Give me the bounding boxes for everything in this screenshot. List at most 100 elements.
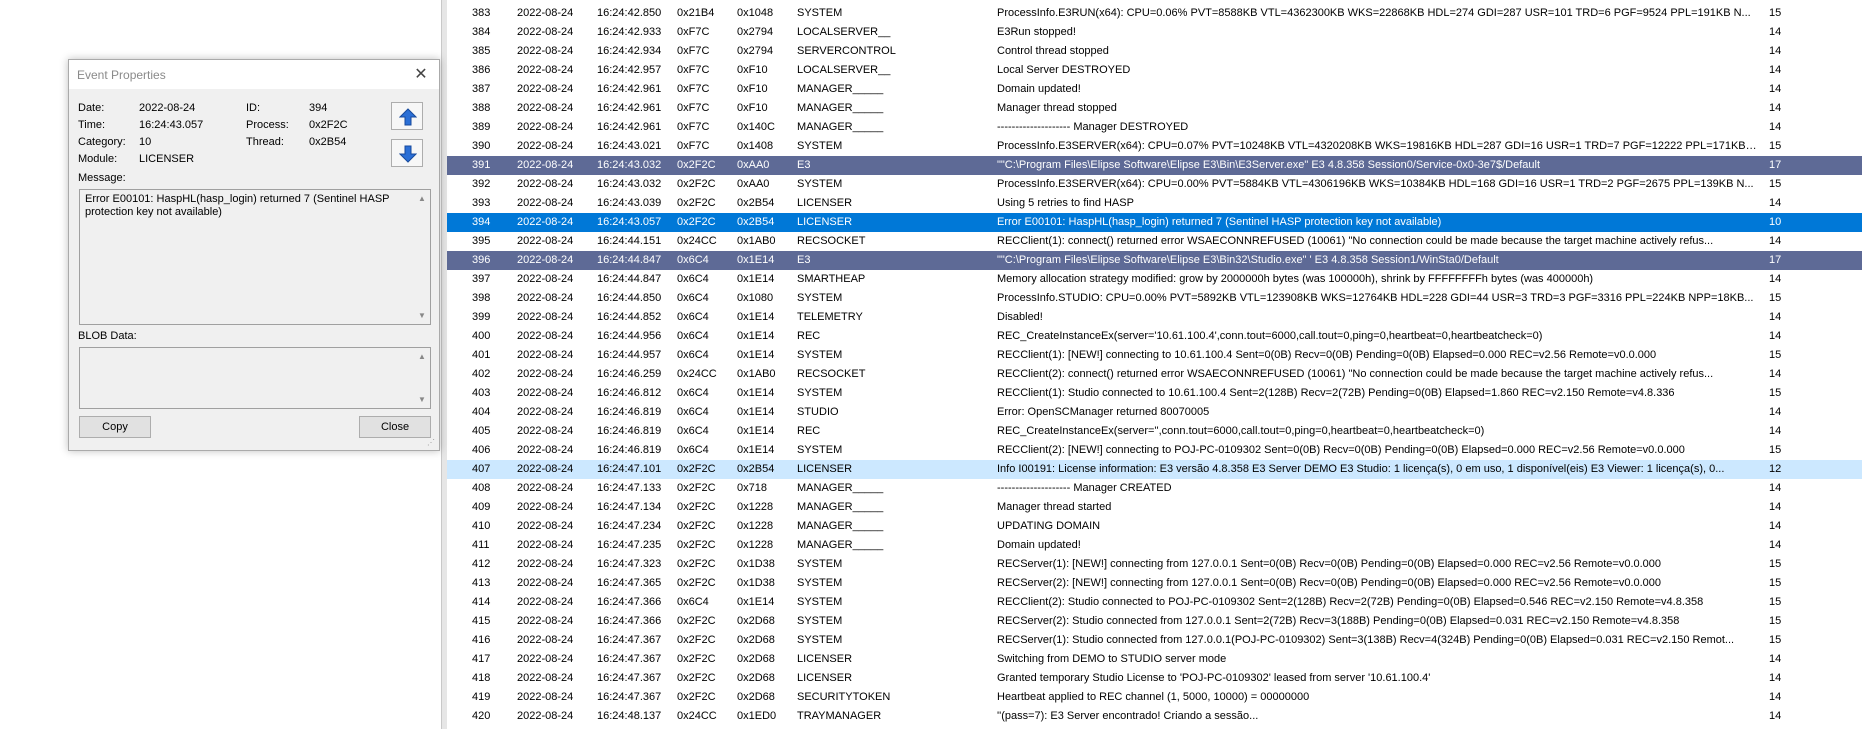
table-row[interactable]: 400 2022-08-24 16:24:44.956 0x6C4 0x1E14 REC R… xyxy=(447,327,1862,346)
table-row[interactable]: 385 2022-08-24 16:24:42.934 0xF7C 0x2794 SERV… xyxy=(447,42,1862,61)
row-module: RECSOCKET xyxy=(797,235,866,247)
arrow-down-icon xyxy=(399,145,417,163)
table-row[interactable]: 404 2022-08-24 16:24:46.819 0x6C4 0x1E14 STUD… xyxy=(447,403,1862,422)
table-row[interactable]: 407 2022-08-24 16:24:47.101 0x2F2C 0x2B54 LIC… xyxy=(447,460,1862,479)
row-number: 409 xyxy=(472,501,491,513)
row-time: 16:24:47.367 xyxy=(597,691,662,703)
table-row[interactable]: 409 2022-08-24 16:24:47.134 0x2F2C 0x1228 MAN… xyxy=(447,498,1862,517)
row-time: 16:24:42.933 xyxy=(597,26,662,38)
row-time: 16:24:42.961 xyxy=(597,102,662,114)
scroll-up-icon[interactable]: ▲ xyxy=(418,350,426,363)
row-thread-id: 0x1E14 xyxy=(737,311,775,323)
row-message: Control thread stopped xyxy=(997,45,1109,57)
message-textbox[interactable]: Error E00101: HaspHL(hasp_login) returne… xyxy=(79,189,431,325)
table-row[interactable]: 415 2022-08-24 16:24:47.366 0x2F2C 0x2D68 SYS… xyxy=(447,612,1862,631)
resize-grip-icon[interactable]: ⋰ xyxy=(427,438,437,448)
table-row[interactable]: 402 2022-08-24 16:24:46.259 0x24CC 0x1AB0 REC… xyxy=(447,365,1862,384)
row-message: ProcessInfo.E3RUN(x64): CPU=0.06% PVT=85… xyxy=(997,7,1751,19)
row-date: 2022-08-24 xyxy=(517,368,574,380)
row-time: 16:24:43.057 xyxy=(597,216,662,228)
row-module: SERVERCONTROL xyxy=(797,45,896,57)
row-thread-id: 0x2794 xyxy=(737,45,774,57)
row-number: 385 xyxy=(472,45,491,57)
table-row[interactable]: 398 2022-08-24 16:24:44.850 0x6C4 0x1080 SYST… xyxy=(447,289,1862,308)
module-value: LICENSER xyxy=(139,153,195,165)
table-row[interactable]: 393 2022-08-24 16:24:43.039 0x2F2C 0x2B54 LIC… xyxy=(447,194,1862,213)
table-row[interactable]: 418 2022-08-24 16:24:47.367 0x2F2C 0x2D68 LIC… xyxy=(447,669,1862,688)
row-time: 16:24:44.847 xyxy=(597,254,662,266)
row-date: 2022-08-24 xyxy=(517,672,574,684)
table-row[interactable]: 394 2022-08-24 16:24:43.057 0x2F2C 0x2B54 LIC… xyxy=(447,213,1862,232)
row-thread-id: 0x1E14 xyxy=(737,273,775,285)
row-message: Manager thread started xyxy=(997,501,1112,513)
row-date: 2022-08-24 xyxy=(517,7,574,19)
table-row[interactable]: 395 2022-08-24 16:24:44.151 0x24CC 0x1AB0 REC… xyxy=(447,232,1862,251)
table-row[interactable]: 417 2022-08-24 16:24:47.367 0x2F2C 0x2D68 LIC… xyxy=(447,650,1862,669)
table-row[interactable]: 386 2022-08-24 16:24:42.957 0xF7C 0xF10 LOCAL… xyxy=(447,61,1862,80)
blob-scrollbar[interactable]: ▲ ▼ xyxy=(414,348,430,408)
table-row[interactable]: 387 2022-08-24 16:24:42.961 0xF7C 0xF10 MANAG… xyxy=(447,80,1862,99)
table-row[interactable]: 410 2022-08-24 16:24:47.234 0x2F2C 0x1228 MAN… xyxy=(447,517,1862,536)
row-level: 14 xyxy=(1769,672,1782,684)
row-level: 15 xyxy=(1769,444,1782,456)
row-time: 16:24:44.847 xyxy=(597,273,662,285)
table-row[interactable]: 414 2022-08-24 16:24:47.366 0x6C4 0x1E14 SYST… xyxy=(447,593,1862,612)
table-row[interactable]: 412 2022-08-24 16:24:47.323 0x2F2C 0x1D38 SYS… xyxy=(447,555,1862,574)
row-thread-id: 0x2D68 xyxy=(737,615,775,627)
copy-button[interactable]: Copy xyxy=(79,416,151,438)
table-row[interactable]: 408 2022-08-24 16:24:47.133 0x2F2C 0x718 MANA… xyxy=(447,479,1862,498)
row-number: 394 xyxy=(472,216,491,228)
table-row[interactable]: 384 2022-08-24 16:24:42.933 0xF7C 0x2794 LOCA… xyxy=(447,23,1862,42)
table-row[interactable]: 419 2022-08-24 16:24:47.367 0x2F2C 0x2D68 SEC… xyxy=(447,688,1862,707)
row-level: 14 xyxy=(1769,520,1782,532)
table-row[interactable]: 403 2022-08-24 16:24:46.812 0x6C4 0x1E14 SYST… xyxy=(447,384,1862,403)
row-module: SYSTEM xyxy=(797,444,843,456)
table-row[interactable]: 405 2022-08-24 16:24:46.819 0x6C4 0x1E14 REC R… xyxy=(447,422,1862,441)
table-row[interactable]: 416 2022-08-24 16:24:47.367 0x2F2C 0x2D68 SYS… xyxy=(447,631,1862,650)
close-button[interactable]: Close xyxy=(359,416,431,438)
table-row[interactable]: 411 2022-08-24 16:24:47.235 0x2F2C 0x1228 MAN… xyxy=(447,536,1862,555)
message-scrollbar[interactable]: ▲ ▼ xyxy=(414,190,430,324)
table-row[interactable]: 406 2022-08-24 16:24:46.819 0x6C4 0x1E14 SYST… xyxy=(447,441,1862,460)
row-number: 402 xyxy=(472,368,491,380)
scroll-down-icon[interactable]: ▼ xyxy=(418,393,426,406)
table-row[interactable]: 391 2022-08-24 16:24:43.032 0x2F2C 0xAA0 E3 ""… xyxy=(447,156,1862,175)
row-message: Domain updated! xyxy=(997,539,1081,551)
blob-data-textbox[interactable]: ▲ ▼ xyxy=(79,347,431,409)
row-message: RECClient(1): connect() returned error W… xyxy=(997,235,1714,247)
row-number: 420 xyxy=(472,710,491,722)
table-row[interactable]: 389 2022-08-24 16:24:42.961 0xF7C 0x140C MANA… xyxy=(447,118,1862,137)
row-date: 2022-08-24 xyxy=(517,596,574,608)
table-row[interactable]: 399 2022-08-24 16:24:44.852 0x6C4 0x1E14 TELE… xyxy=(447,308,1862,327)
row-process-id: 0x6C4 xyxy=(677,254,709,266)
row-number: 413 xyxy=(472,577,491,589)
next-event-button[interactable] xyxy=(391,139,423,167)
row-message: Info I00191: License information: E3 ver… xyxy=(997,463,1725,475)
row-process-id: 0x2F2C xyxy=(677,178,716,190)
table-row[interactable]: 413 2022-08-24 16:24:47.365 0x2F2C 0x1D38 SYS… xyxy=(447,574,1862,593)
table-row[interactable]: 397 2022-08-24 16:24:44.847 0x6C4 0x1E14 SMAR… xyxy=(447,270,1862,289)
table-row[interactable]: 383 2022-08-24 16:24:42.850 0x21B4 0x1048 SYS… xyxy=(447,4,1862,23)
row-message: -------------------- Manager DESTROYED xyxy=(997,121,1189,133)
row-message: Using 5 retries to find HASP xyxy=(997,197,1134,209)
row-module: MANAGER_____ xyxy=(797,501,884,513)
previous-event-button[interactable] xyxy=(391,102,423,130)
row-process-id: 0x24CC xyxy=(677,368,717,380)
table-row[interactable]: 388 2022-08-24 16:24:42.961 0xF7C 0xF10 MANAG… xyxy=(447,99,1862,118)
table-row[interactable]: 392 2022-08-24 16:24:43.032 0x2F2C 0xAA0 SYST… xyxy=(447,175,1862,194)
row-level: 14 xyxy=(1769,102,1782,114)
row-level: 14 xyxy=(1769,330,1782,342)
blob-data-label: BLOB Data: xyxy=(78,330,137,342)
scroll-down-icon[interactable]: ▼ xyxy=(418,309,426,322)
row-message: Error: OpenSCManager returned 80070005 xyxy=(997,406,1210,418)
row-thread-id: 0x2D68 xyxy=(737,653,775,665)
table-row[interactable]: 390 2022-08-24 16:24:43.021 0xF7C 0x1408 SYST… xyxy=(447,137,1862,156)
table-row[interactable]: 420 2022-08-24 16:24:48.137 0x24CC 0x1ED0 TRA… xyxy=(447,707,1862,726)
row-thread-id: 0xF10 xyxy=(737,102,768,114)
close-icon[interactable]: ✕ xyxy=(411,65,431,85)
table-row[interactable]: 401 2022-08-24 16:24:44.957 0x6C4 0x1E14 SYST… xyxy=(447,346,1862,365)
scroll-up-icon[interactable]: ▲ xyxy=(418,192,426,205)
dialog-titlebar[interactable]: Event Properties ✕ xyxy=(69,60,439,89)
row-number: 412 xyxy=(472,558,491,570)
table-row[interactable]: 396 2022-08-24 16:24:44.847 0x6C4 0x1E14 E3 ""… xyxy=(447,251,1862,270)
